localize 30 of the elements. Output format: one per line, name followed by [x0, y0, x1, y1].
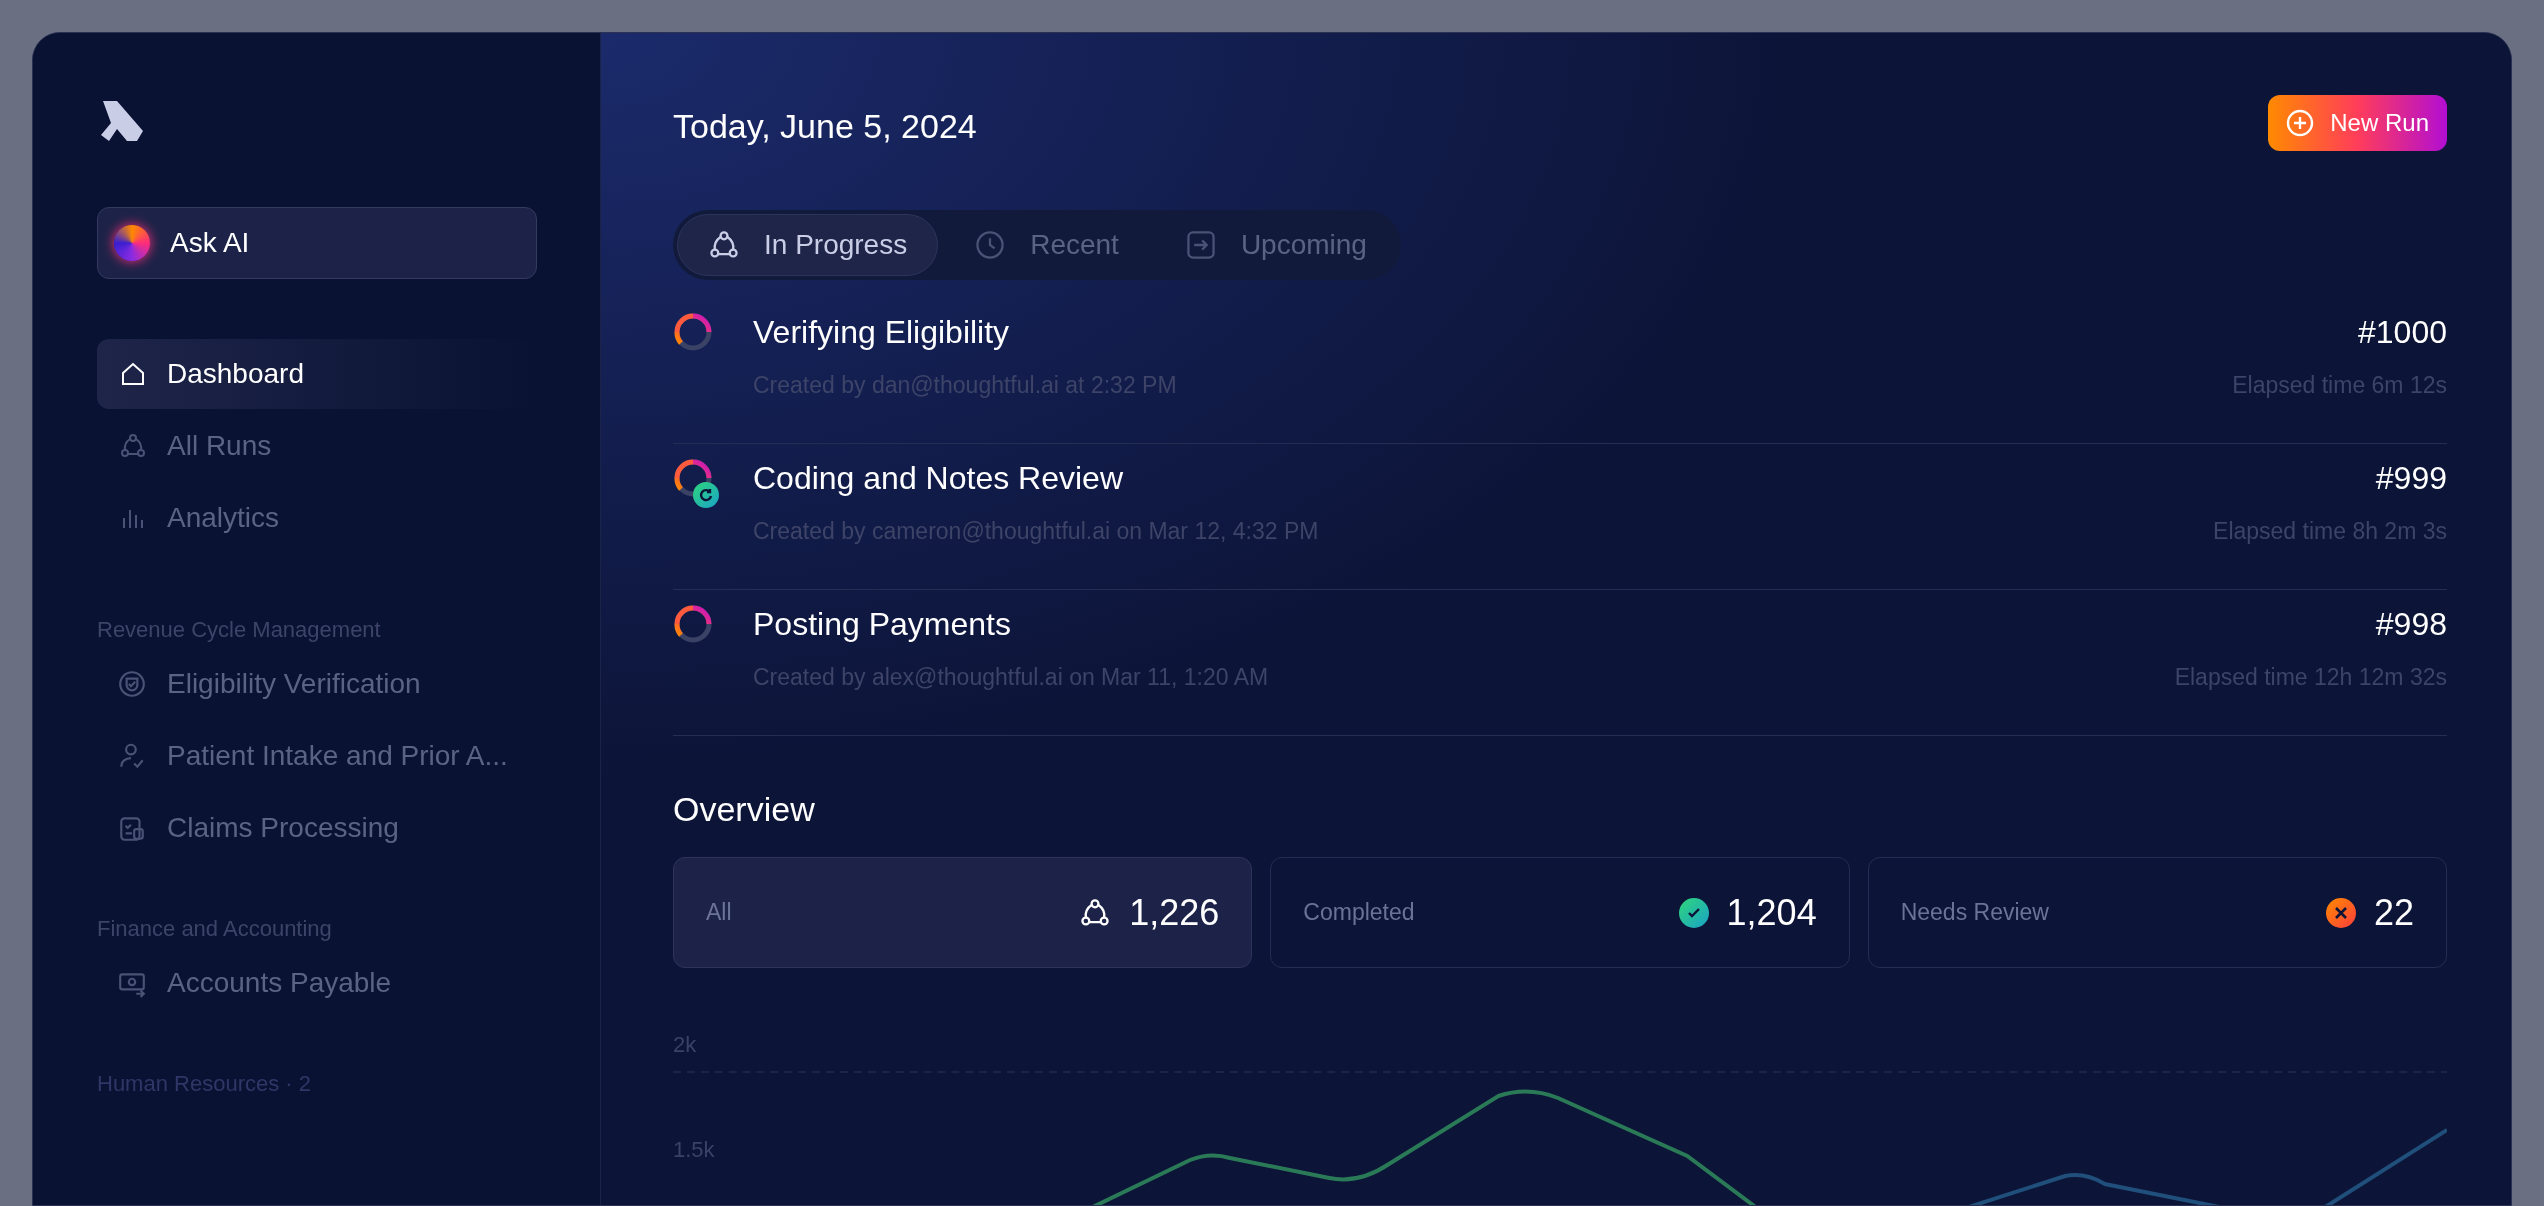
progress-ring-icon — [673, 312, 713, 352]
house-icon — [119, 360, 147, 388]
badge-icon — [117, 669, 147, 699]
stat-value: 1,226 — [1129, 890, 1220, 935]
stat-card[interactable]: Completed 1,204 — [1270, 857, 1850, 968]
retry-badge-icon — [693, 482, 719, 508]
stat-label: Completed — [1303, 898, 1415, 928]
plus-circle-icon — [2286, 109, 2315, 137]
stat-card[interactable]: Needs Review 22 — [1867, 857, 2447, 968]
arrow-in-box-icon — [1184, 229, 1217, 261]
stat-label: Needs Review — [1900, 898, 2049, 928]
run-number: #1000 — [2358, 313, 2447, 352]
tab[interactable]: In Progress — [677, 214, 939, 276]
stat-value: 22 — [2373, 890, 2414, 935]
run-number: #999 — [2375, 459, 2447, 498]
orb-icon — [114, 225, 150, 261]
stat-label: All — [706, 898, 732, 928]
overview-heading: Overview — [673, 789, 816, 830]
date-heading: Today, June 5, 2024 — [673, 106, 977, 147]
stat-card[interactable]: All 1,226 — [673, 857, 1253, 968]
new-run-button[interactable]: New Run — [2268, 95, 2447, 151]
progress-ring-icon — [673, 604, 713, 644]
run-title[interactable]: Verifying Eligibility — [753, 308, 2233, 356]
stat-value: 1,204 — [1726, 890, 1817, 935]
run-title[interactable]: Coding and Notes Review — [753, 454, 2214, 502]
nodes-icon — [119, 432, 147, 460]
run-title[interactable]: Posting Payments — [753, 600, 2175, 648]
ask-ai-button[interactable]: Ask AI — [97, 207, 537, 279]
clock-icon — [974, 229, 1007, 261]
run-number: #998 — [2375, 605, 2447, 644]
